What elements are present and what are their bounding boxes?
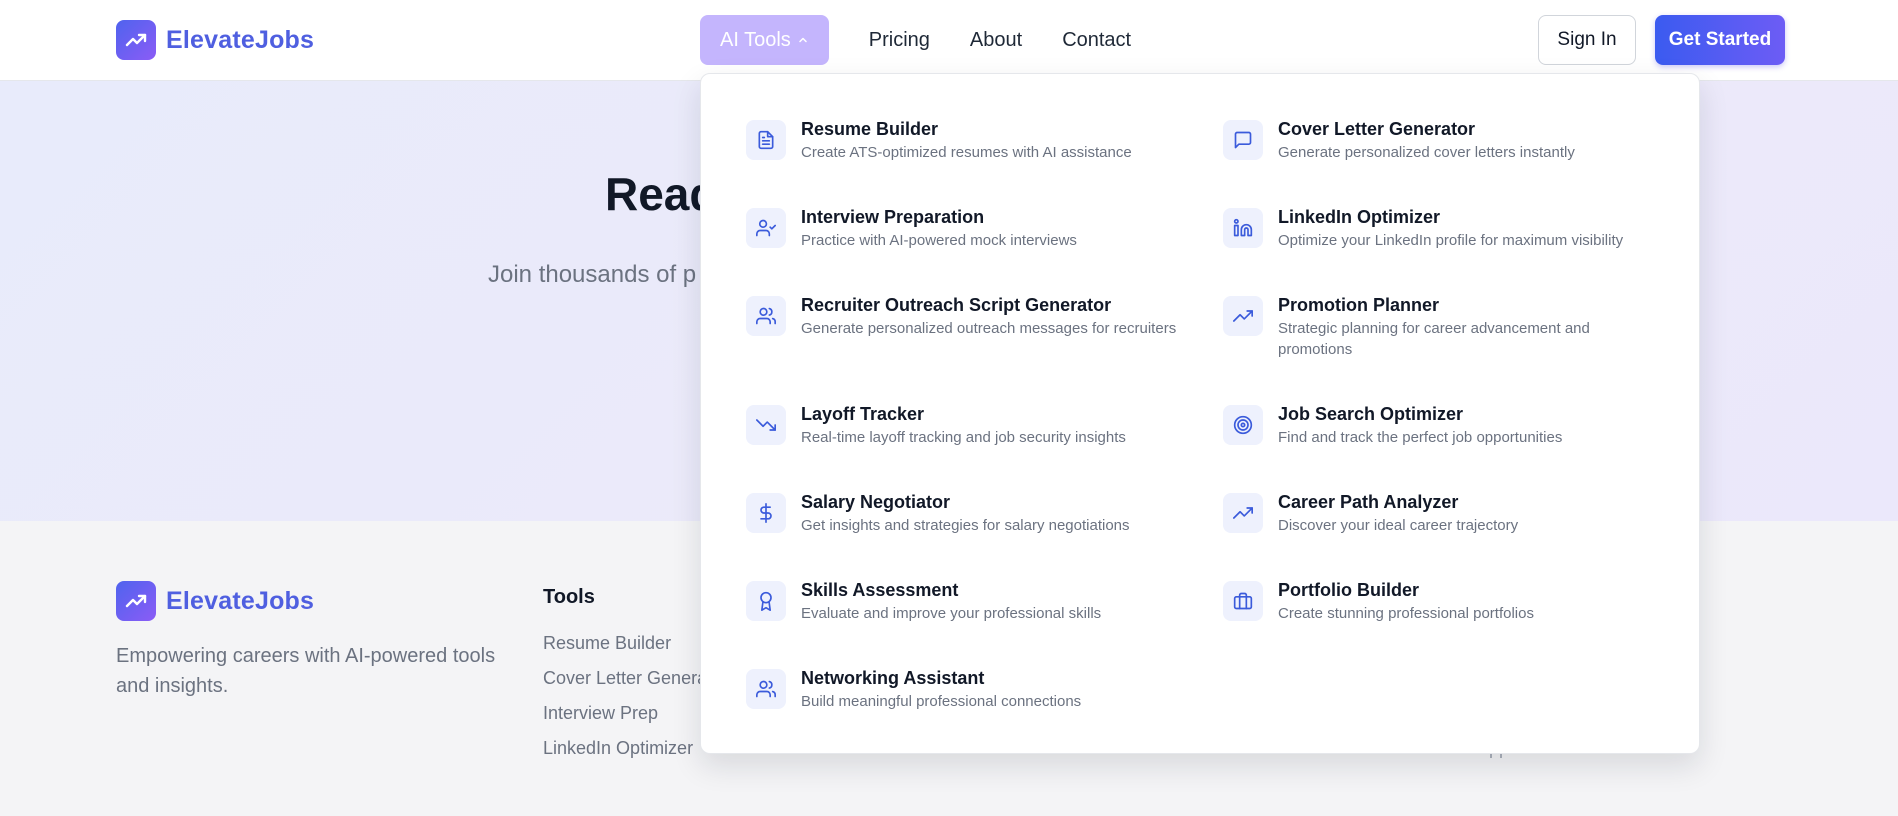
linkedin-icon	[1223, 208, 1263, 248]
menu-item-desc: Evaluate and improve your professional s…	[801, 605, 1102, 622]
main-nav: AI Tools Pricing About Contact	[700, 15, 1131, 65]
chevron-up-icon	[797, 34, 809, 46]
menu-item-recruiter-outreach[interactable]: Recruiter Outreach Script Generator Gener…	[746, 294, 1176, 339]
menu-item-desc: Practice with AI-powered mock interviews	[801, 232, 1077, 249]
ai-tools-label: AI Tools	[720, 28, 791, 51]
menu-item-desc: Strategic planning for career advancemen…	[1278, 320, 1590, 358]
menu-item-desc: Real-time layoff tracking and job securi…	[801, 429, 1126, 446]
trending-up-icon	[116, 581, 156, 621]
menu-item-desc: Build meaningful professional connection…	[801, 693, 1082, 710]
menu-item-title: Promotion Planner	[1278, 295, 1440, 315]
users-icon	[746, 669, 786, 709]
menu-item-interview-preparation[interactable]: Interview Preparation Practice with AI-po…	[746, 206, 1077, 251]
menu-item-title: Portfolio Builder	[1278, 580, 1419, 600]
trending-down-icon	[746, 405, 786, 445]
trending-up-icon	[116, 20, 156, 60]
brand-name: ElevateJobs	[166, 25, 315, 54]
menu-item-resume-builder[interactable]: Resume Builder Create ATS-optimized resum…	[746, 118, 1132, 163]
menu-item-desc: Generate personalized cover letters inst…	[1278, 144, 1575, 161]
menu-item-desc: Create stunning professional portfolios	[1278, 605, 1534, 622]
message-icon	[1223, 120, 1263, 160]
menu-item-networking-assistant[interactable]: Networking Assistant Build meaningful pro…	[746, 667, 1081, 712]
menu-item-linkedin-optimizer[interactable]: LinkedIn Optimizer Optimize your LinkedIn…	[1223, 206, 1623, 251]
hero-subtitle: Join thousands of p	[488, 261, 697, 288]
menu-item-title: Job Search Optimizer	[1278, 404, 1464, 424]
site-header: ElevateJobs AI Tools Pricing About Conta…	[0, 0, 1898, 81]
menu-item-layoff-tracker[interactable]: Layoff Tracker Real-time layoff tracking …	[746, 403, 1126, 448]
menu-item-title: Networking Assistant	[801, 668, 985, 688]
nav-pricing[interactable]: Pricing	[869, 29, 930, 52]
footer-link-resume-builder[interactable]: Resume Builder	[543, 633, 671, 654]
sign-in-button[interactable]: Sign In	[1538, 15, 1636, 65]
footer-tools-title: Tools	[543, 586, 595, 608]
menu-item-desc: Get insights and strategies for salary n…	[801, 517, 1130, 534]
menu-item-desc: Create ATS-optimized resumes with AI ass…	[801, 144, 1132, 161]
menu-item-title: Interview Preparation	[801, 207, 985, 227]
menu-item-title: Layoff Tracker	[801, 404, 925, 424]
menu-item-title: Resume Builder	[801, 119, 939, 139]
target-icon	[1223, 405, 1263, 445]
menu-item-job-search-optimizer[interactable]: Job Search Optimizer Find and track the p…	[1223, 403, 1562, 448]
ai-tools-dropdown: Resume Builder Create ATS-optimized resum…	[700, 73, 1700, 754]
footer-brand-name: ElevateJobs	[166, 586, 315, 615]
menu-item-promotion-planner[interactable]: Promotion Planner Strategic planning for …	[1223, 294, 1663, 360]
footer-link-linkedin-optimizer[interactable]: LinkedIn Optimizer	[543, 738, 693, 759]
menu-item-skills-assessment[interactable]: Skills Assessment Evaluate and improve yo…	[746, 579, 1101, 624]
get-started-button[interactable]: Get Started	[1655, 15, 1785, 65]
footer-link-cover-letter[interactable]: Cover Letter Generat	[543, 668, 712, 689]
menu-item-desc: Find and track the perfect job opportuni…	[1278, 429, 1563, 446]
menu-item-title: Cover Letter Generator	[1278, 119, 1476, 139]
menu-item-desc: Generate personalized outreach messages …	[801, 320, 1177, 337]
menu-item-cover-letter-generator[interactable]: Cover Letter Generator Generate personali…	[1223, 118, 1575, 163]
menu-item-portfolio-builder[interactable]: Portfolio Builder Create stunning profess…	[1223, 579, 1534, 624]
trending-up-icon	[1223, 493, 1263, 533]
menu-item-career-path-analyzer[interactable]: Career Path Analyzer Discover your ideal …	[1223, 491, 1518, 536]
trending-up-icon	[1223, 296, 1263, 336]
menu-item-title: Career Path Analyzer	[1278, 492, 1459, 512]
menu-item-title: Recruiter Outreach Script Generator	[801, 295, 1112, 315]
menu-item-salary-negotiator[interactable]: Salary Negotiator Get insights and strate…	[746, 491, 1130, 536]
footer-link-interview-prep[interactable]: Interview Prep	[543, 703, 658, 724]
nav-about[interactable]: About	[970, 29, 1022, 52]
footer-description: Empowering careers with AI-powered tools…	[116, 645, 496, 697]
menu-item-title: LinkedIn Optimizer	[1278, 207, 1441, 227]
menu-item-desc: Discover your ideal career trajectory	[1278, 517, 1519, 534]
users-icon	[746, 296, 786, 336]
ai-tools-menu-button[interactable]: AI Tools	[700, 15, 829, 65]
dollar-icon	[746, 493, 786, 533]
award-icon	[746, 581, 786, 621]
brand-logo[interactable]: ElevateJobs	[116, 20, 314, 60]
document-icon	[746, 120, 786, 160]
user-check-icon	[746, 208, 786, 248]
menu-item-title: Salary Negotiator	[801, 492, 951, 512]
menu-item-title: Skills Assessment	[801, 580, 959, 600]
menu-item-desc: Optimize your LinkedIn profile for maxim…	[1278, 232, 1624, 249]
briefcase-icon	[1223, 581, 1263, 621]
footer-brand-logo[interactable]: ElevateJobs	[116, 581, 314, 621]
nav-contact[interactable]: Contact	[1062, 29, 1131, 52]
